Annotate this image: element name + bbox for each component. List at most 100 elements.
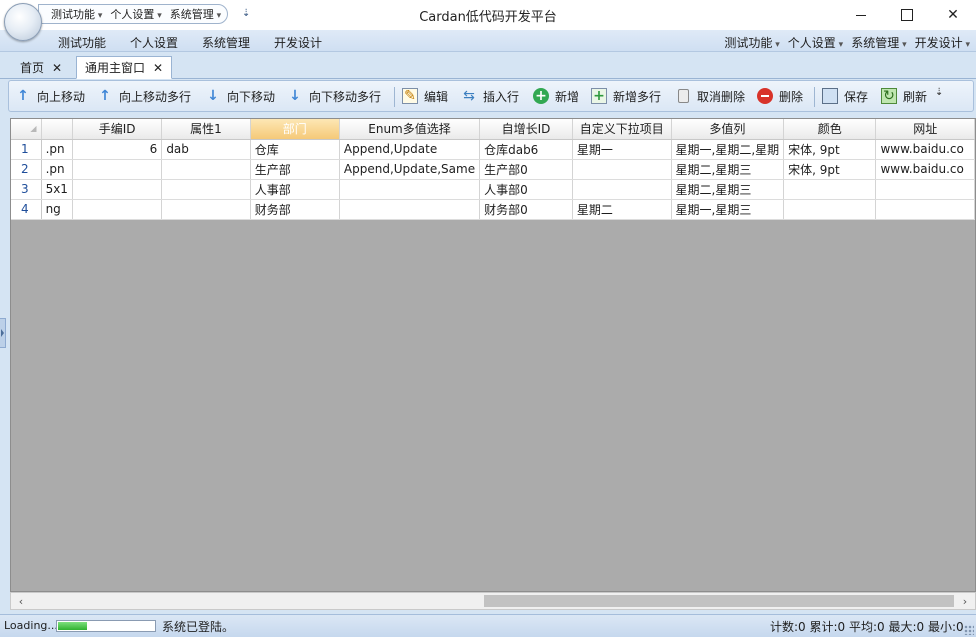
- menu-right-test-function[interactable]: 测试功能: [724, 34, 779, 51]
- save-button[interactable]: 保存: [822, 86, 868, 106]
- header-auto-id[interactable]: 自增长ID: [479, 119, 573, 140]
- table-cell[interactable]: [161, 159, 251, 180]
- scrollbar-thumb[interactable]: [484, 595, 954, 607]
- qat-test-function[interactable]: 测试功能: [51, 6, 102, 22]
- header-department[interactable]: 部门: [250, 119, 340, 140]
- header-attr1[interactable]: 属性1: [161, 119, 251, 140]
- add-button[interactable]: + 新增: [533, 86, 579, 106]
- header-multi-value[interactable]: 多值列: [671, 119, 785, 140]
- resize-grip-icon[interactable]: [964, 625, 974, 635]
- table-cell[interactable]: 星期二,星期三: [671, 159, 785, 180]
- table-cell[interactable]: [72, 159, 163, 180]
- grid-corner[interactable]: [11, 119, 42, 140]
- header-cut-column[interactable]: [41, 119, 73, 140]
- qat-system-management[interactable]: 系统管理: [170, 6, 221, 22]
- panel-splitter-handle[interactable]: [0, 318, 6, 348]
- table-cell[interactable]: [72, 199, 163, 220]
- insert-row-button[interactable]: ⇆ 插入行: [461, 86, 519, 106]
- header-enum-multi[interactable]: Enum多值选择: [339, 119, 481, 140]
- scroll-left-icon[interactable]: ‹: [13, 594, 29, 608]
- table-cell[interactable]: dab: [161, 139, 251, 160]
- table-cell[interactable]: 宋体, 9pt: [783, 139, 877, 160]
- table-cell[interactable]: [339, 199, 481, 220]
- refresh-button[interactable]: ↻ 刷新: [881, 86, 927, 106]
- table-cell[interactable]: [72, 179, 163, 200]
- table-cell[interactable]: 星期二,星期三: [671, 179, 785, 200]
- header-color[interactable]: 颜色: [783, 119, 877, 140]
- table-cell[interactable]: [572, 159, 672, 180]
- table-cell[interactable]: Append,Update: [339, 139, 481, 160]
- qat-customize-icon[interactable]: ⇣: [242, 8, 250, 19]
- application-orb-button[interactable]: [4, 3, 42, 41]
- table-row[interactable]: 4 ng 财务部 财务部0 星期二 星期一,星期三: [11, 199, 975, 220]
- table-cell[interactable]: [875, 179, 975, 200]
- minimize-button[interactable]: [838, 0, 884, 30]
- table-row[interactable]: 2 .pn 生产部 Append,Update,Same 生产部0 星期二,星期…: [11, 159, 975, 180]
- table-cell[interactable]: 星期二: [572, 199, 672, 220]
- menu-dev-design[interactable]: 开发设计: [274, 34, 322, 51]
- table-cell[interactable]: .pn: [41, 139, 73, 160]
- table-cell[interactable]: ng: [41, 199, 73, 220]
- table-cell[interactable]: www.baidu.co: [875, 159, 975, 180]
- maximize-button[interactable]: [884, 0, 930, 30]
- menu-personal-settings[interactable]: 个人设置: [130, 34, 178, 51]
- table-cell[interactable]: 财务部: [250, 199, 340, 220]
- table-cell[interactable]: 人事部: [250, 179, 340, 200]
- header-hand-id[interactable]: 手编ID: [72, 119, 163, 140]
- table-cell[interactable]: Append,Update,Same: [339, 159, 481, 180]
- table-cell[interactable]: 仓库dab6: [479, 139, 573, 160]
- move-down-button[interactable]: ↓ 向下移动: [205, 86, 275, 106]
- header-url[interactable]: 网址: [875, 119, 975, 140]
- tab-main-window[interactable]: 通用主窗口 ✕: [76, 56, 173, 79]
- menu-right-personal-settings[interactable]: 个人设置: [788, 34, 843, 51]
- table-cell[interactable]: 生产部: [250, 159, 340, 180]
- table-cell[interactable]: [783, 199, 877, 220]
- close-button[interactable]: ✕: [930, 0, 976, 30]
- table-cell[interactable]: 星期一,星期三: [671, 199, 785, 220]
- tab-main-close-icon[interactable]: ✕: [153, 61, 163, 75]
- table-row[interactable]: 3 5x1 人事部 人事部0 星期二,星期三: [11, 179, 975, 200]
- table-cell[interactable]: 财务部0: [479, 199, 573, 220]
- row-number[interactable]: 1: [11, 139, 42, 160]
- table-cell[interactable]: [339, 179, 481, 200]
- menu-test-function[interactable]: 测试功能: [58, 34, 106, 51]
- insert-row-label: 插入行: [483, 89, 520, 104]
- row-number[interactable]: 3: [11, 179, 42, 200]
- table-cell[interactable]: 生产部0: [479, 159, 573, 180]
- add-multi-button[interactable]: + 新增多行: [591, 86, 661, 106]
- scroll-right-icon[interactable]: ›: [957, 594, 973, 608]
- menu-right-dev-design[interactable]: 开发设计: [915, 34, 970, 51]
- table-cell[interactable]: [161, 179, 251, 200]
- table-cell[interactable]: .pn: [41, 159, 73, 180]
- edit-button[interactable]: ✎ 编辑: [402, 86, 448, 106]
- qat-personal-settings[interactable]: 个人设置: [110, 6, 161, 22]
- table-cell[interactable]: 星期一,星期二,星期: [671, 139, 785, 160]
- horizontal-scrollbar[interactable]: ‹ ›: [10, 592, 976, 610]
- table-cell[interactable]: [161, 199, 251, 220]
- toolbar-overflow-icon[interactable]: ⇣: [935, 87, 943, 98]
- data-grid[interactable]: 手编ID 属性1 部门 Enum多值选择 自增长ID 自定义下拉项目 多值列 颜…: [10, 118, 976, 592]
- table-cell[interactable]: www.baidu.co: [875, 139, 975, 160]
- row-number[interactable]: 4: [11, 199, 42, 220]
- table-cell[interactable]: 6: [72, 139, 163, 160]
- row-number[interactable]: 2: [11, 159, 42, 180]
- move-down-multi-button[interactable]: ↓ 向下移动多行: [287, 86, 381, 106]
- table-cell[interactable]: [783, 179, 877, 200]
- table-cell[interactable]: 人事部0: [479, 179, 573, 200]
- delete-button[interactable]: 删除: [757, 86, 803, 106]
- table-cell[interactable]: [572, 179, 672, 200]
- menu-system-management[interactable]: 系统管理: [202, 34, 250, 51]
- move-up-multi-button[interactable]: ↑ 向上移动多行: [97, 86, 191, 106]
- move-up-button[interactable]: ↑ 向上移动: [15, 86, 85, 106]
- table-cell[interactable]: 仓库: [250, 139, 340, 160]
- cancel-delete-button[interactable]: 取消删除: [675, 86, 745, 106]
- tab-home-close-icon[interactable]: ✕: [52, 61, 62, 75]
- table-cell[interactable]: 5x1: [41, 179, 73, 200]
- tab-home[interactable]: 首页 ✕: [12, 56, 70, 79]
- menu-right-system-management[interactable]: 系统管理: [851, 34, 906, 51]
- table-cell[interactable]: [875, 199, 975, 220]
- table-cell[interactable]: 星期一: [572, 139, 672, 160]
- table-cell[interactable]: 宋体, 9pt: [783, 159, 877, 180]
- header-custom-dropdown[interactable]: 自定义下拉项目: [572, 119, 672, 140]
- table-row[interactable]: 1 .pn 6 dab 仓库 Append,Update 仓库dab6 星期一 …: [11, 139, 975, 160]
